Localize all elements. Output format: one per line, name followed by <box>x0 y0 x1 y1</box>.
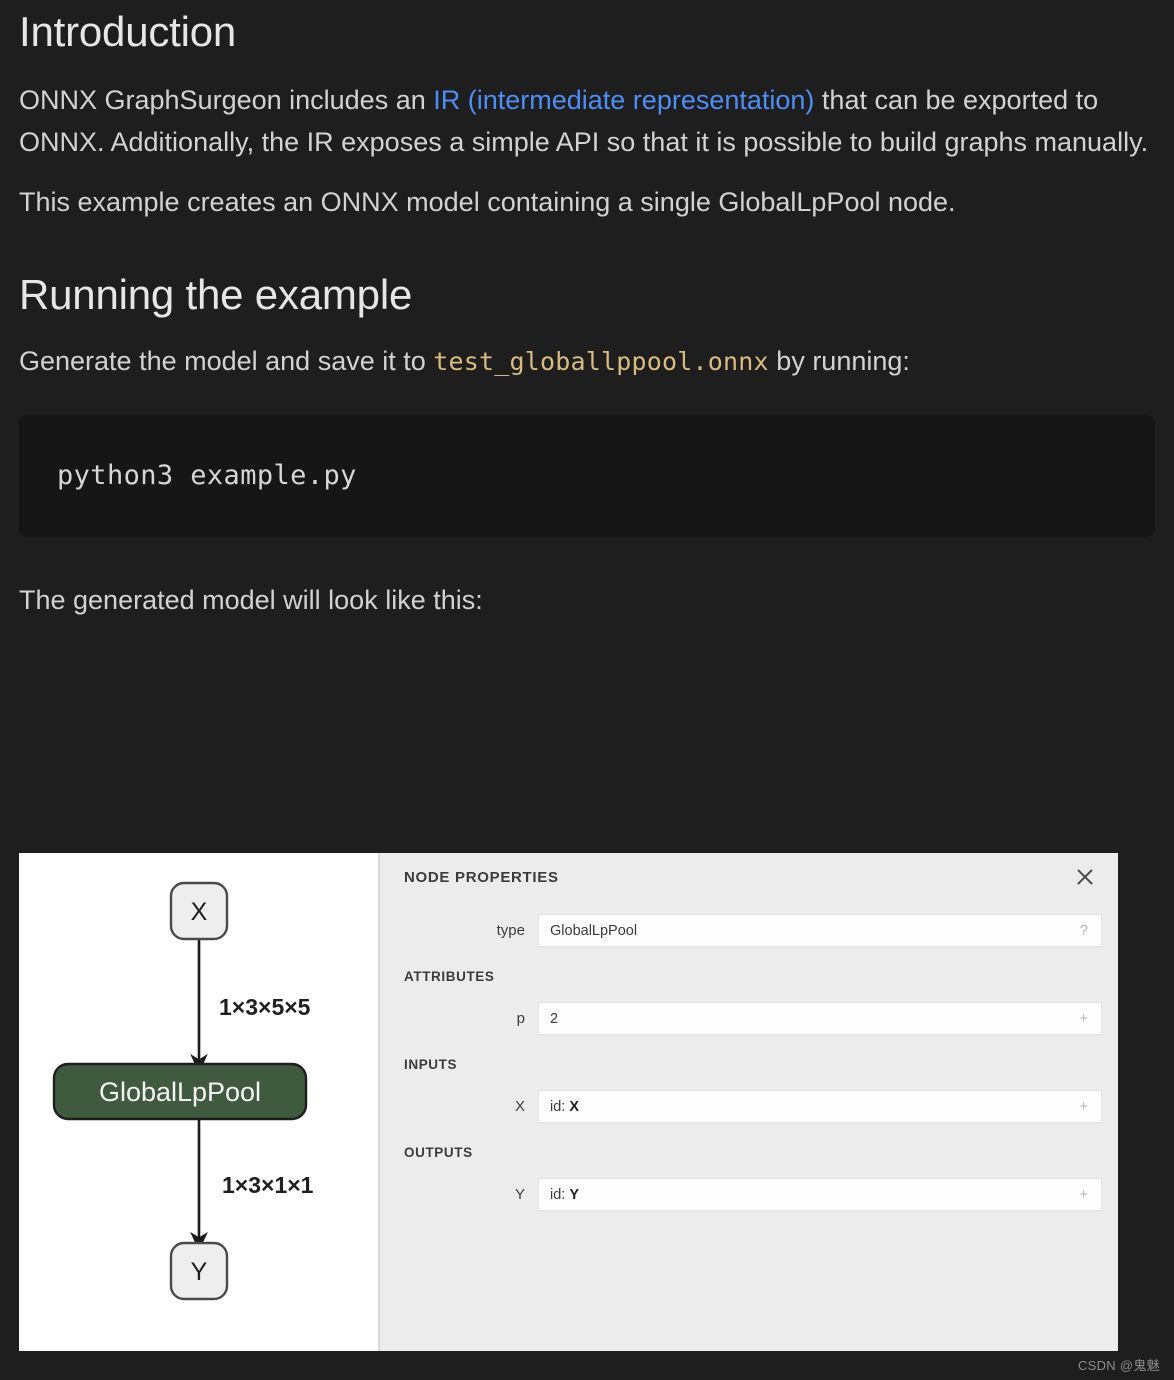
field-row-output-y: Y id: Y + <box>380 1178 1118 1211</box>
section-title-running-the-example: Running the example <box>19 271 413 319</box>
node-properties-header: NODE PROPERTIES <box>380 853 1118 888</box>
field-value-output-y: id: Y <box>550 1187 579 1203</box>
watermark: CSDN @鬼魅 <box>1077 1358 1160 1373</box>
node-properties-title: NODE PROPERTIES <box>404 869 559 886</box>
group-label-inputs: INPUTS <box>404 1057 458 1072</box>
field-input-type[interactable]: GlobalLpPool ? <box>538 914 1102 947</box>
generated-model-caption: The generated model will look like this: <box>19 584 483 615</box>
node-properties-panel: NODE PROPERTIES type GlobalLpPool ? ATTR… <box>380 853 1118 1351</box>
field-value-output-y-prefix: id: <box>550 1186 570 1203</box>
page-title: Introduction <box>19 8 237 55</box>
field-row-input-x: X id: X + <box>380 1090 1118 1123</box>
field-label-type: type <box>496 922 525 939</box>
group-label-attributes: ATTRIBUTES <box>404 969 495 984</box>
intro-paragraph-1: ONNX GraphSurgeon includes an IR (interm… <box>19 79 1155 163</box>
graph-node-x[interactable]: X <box>169 881 229 941</box>
model-viewer-screenshot: X GlobalLpPool Y 1×3×5×5 1×3×1×1 NODE PR… <box>19 853 1118 1351</box>
field-value-input-x: id: X <box>550 1099 579 1115</box>
group-label-outputs: OUTPUTS <box>404 1145 473 1160</box>
intro-text-before: ONNX GraphSurgeon includes an <box>19 85 434 116</box>
running-text-before: Generate the model and save it to <box>19 346 434 377</box>
close-icon[interactable] <box>1074 866 1096 888</box>
intro-paragraph-2: This example creates an ONNX model conta… <box>19 187 956 218</box>
graph-node-x-label: X <box>191 898 208 926</box>
graph-node-y-label: Y <box>191 1258 208 1286</box>
expand-icon-output-y[interactable]: + <box>1079 1186 1091 1203</box>
field-label-input-x: X <box>514 1098 525 1115</box>
field-value-p: 2 <box>550 1010 559 1027</box>
field-label-output-y: Y <box>514 1186 525 1203</box>
graph-canvas[interactable]: X GlobalLpPool Y 1×3×5×5 1×3×1×1 <box>19 853 380 1351</box>
field-row-type: type GlobalLpPool ? <box>380 914 1118 947</box>
field-value-output-y-id: Y <box>569 1186 580 1203</box>
field-value-type: GlobalLpPool <box>550 922 638 939</box>
field-value-input-x-id: X <box>569 1098 580 1115</box>
running-intro-paragraph: Generate the model and save it to test_g… <box>19 340 1155 382</box>
edge-label-input-shape: 1×3×5×5 <box>219 994 311 1020</box>
field-input-p[interactable]: 2 + <box>538 1002 1102 1035</box>
graph-node-globallppool[interactable]: GlobalLpPool <box>52 1062 308 1121</box>
expand-icon-input-x[interactable]: + <box>1079 1098 1091 1115</box>
ir-link[interactable]: IR (intermediate representation) <box>433 85 814 115</box>
edge-label-output-shape: 1×3×1×1 <box>222 1172 314 1198</box>
output-filename-code: test_globallppool.onnx <box>433 347 769 377</box>
field-label-p: p <box>516 1010 525 1027</box>
code-block: python3 example.py <box>19 414 1155 537</box>
help-icon[interactable]: ? <box>1080 922 1091 939</box>
expand-icon-p[interactable]: + <box>1079 1010 1091 1027</box>
graph-node-op-label: GlobalLpPool <box>99 1077 261 1107</box>
document-body: Introduction ONNX GraphSurgeon includes … <box>0 0 1174 621</box>
model-graph-svg: X GlobalLpPool Y 1×3×5×5 1×3×1×1 <box>52 881 314 1301</box>
field-value-input-x-prefix: id: <box>550 1098 570 1115</box>
code-block-content: python3 example.py <box>57 460 357 491</box>
field-input-input-x[interactable]: id: X + <box>538 1090 1102 1123</box>
field-input-output-y[interactable]: id: Y + <box>538 1178 1102 1211</box>
running-text-after: by running: <box>768 346 910 377</box>
graph-node-y[interactable]: Y <box>169 1241 229 1301</box>
field-row-attribute-p: p 2 + <box>380 1002 1118 1035</box>
